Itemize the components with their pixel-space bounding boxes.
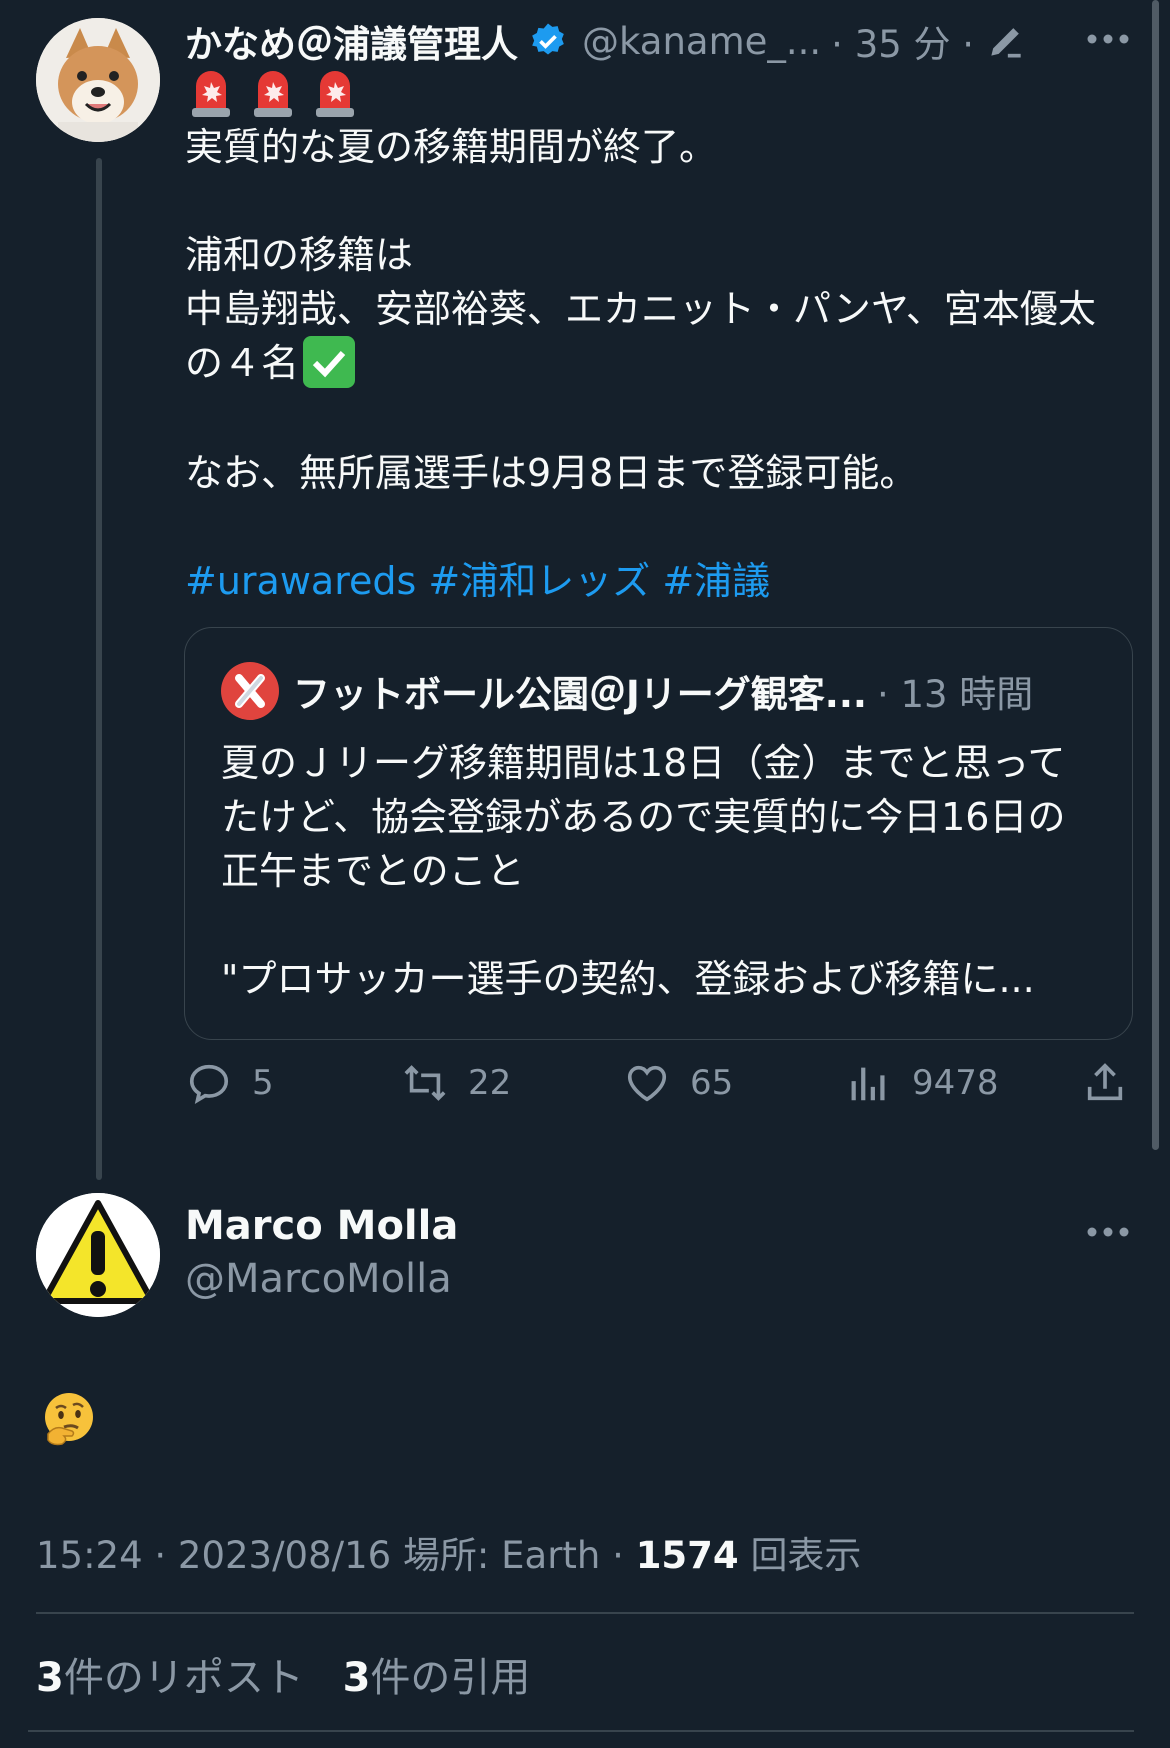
reply-author-avatar[interactable] [36, 1193, 160, 1317]
tweet-line: 中島翔哉、安部裕葵、エカニット・パンヤ、宮本優太 [185, 287, 1096, 331]
reply-count: 5 [252, 1063, 274, 1103]
thread-line [96, 158, 102, 1180]
views-chart-icon [851, 1067, 885, 1101]
views-button[interactable]: 9478 [846, 1060, 999, 1106]
tweet-metadata: 15:24 · 2023/08/16 場所: Earth · 1574 回表示 [36, 1525, 861, 1579]
timestamp: 15:24 · 2023/08/16 [36, 1534, 392, 1577]
siren-emoji-row [190, 68, 356, 118]
tweet-line: 実質的な夏の移籍期間が終了。 [185, 125, 718, 169]
tweet-time[interactable]: · 35 分 · [831, 14, 974, 68]
view-total: 1574 [635, 1534, 739, 1577]
hashtag-link[interactable]: #浦議 [662, 559, 770, 603]
reposts-link[interactable]: 3件のリポスト [36, 1655, 304, 1701]
divider [36, 1612, 1134, 1614]
tweet-body: 実質的な夏の移籍期間が終了。 浦和の移籍は 中島翔哉、安部裕葵、エカニット・パン… [185, 120, 1135, 608]
quotes-link[interactable]: 3件の引用 [343, 1655, 531, 1701]
verified-badge-icon [532, 23, 564, 55]
warning-sign-avatar-icon [36, 1193, 160, 1317]
reply-author-handle[interactable]: @MarcoMolla [185, 1256, 452, 1302]
repost-count: 22 [468, 1063, 512, 1103]
repost-button[interactable]: 22 [402, 1060, 511, 1106]
reply-button[interactable]: 5 [186, 1060, 274, 1106]
thinking-face-emoji-icon [45, 1393, 93, 1446]
reply-icon [189, 1064, 229, 1104]
quote-line: たけど、協会登録があるので実質的に今日16日の [221, 795, 1066, 839]
quoted-tweet-card[interactable]: フットボール公園＠Jリーグ観客... · 13 時間 夏のＪリーグ移籍期間は18… [184, 627, 1133, 1040]
engagement-counts: 3件のリポスト 3件の引用 [36, 1645, 530, 1703]
like-button[interactable]: 65 [624, 1060, 733, 1106]
quoted-author-name[interactable]: フットボール公園＠Jリーグ観客... [293, 664, 867, 718]
siren-emoji-icon [192, 71, 230, 117]
hashtag-link[interactable]: #浦和レッズ [428, 559, 650, 603]
tweet-action-bar: 5 22 65 9478 [186, 1060, 1130, 1120]
share-icon [1087, 1063, 1123, 1101]
reply-author-name[interactable]: Marco Molla [185, 1203, 458, 1249]
author-avatar[interactable] [36, 18, 160, 142]
siren-emoji-icon [316, 71, 354, 117]
repost-icon [404, 1065, 446, 1101]
check-mark-emoji-icon [303, 335, 356, 388]
quoted-tweet-time: · 13 時間 [876, 673, 1034, 716]
edit-icon[interactable] [984, 19, 1028, 63]
more-options-icon[interactable] [1086, 1226, 1130, 1238]
tweet-line: 浦和の移籍は [185, 233, 414, 277]
hashtag-link[interactable]: #urawareds [185, 559, 416, 603]
scrollbar[interactable] [1152, 0, 1159, 1150]
tweet-line: の４名 [185, 341, 300, 385]
quoted-author-avatar-icon[interactable] [221, 662, 279, 720]
quote-line: 夏のＪリーグ移籍期間は18日（金）までと思って [221, 741, 1066, 785]
quoted-tweet-header: フットボール公園＠Jリーグ観客... · 13 時間 [221, 662, 1033, 720]
divider [28, 1730, 1134, 1732]
heart-icon [627, 1065, 667, 1102]
author-name[interactable]: かなめ＠浦議管理人 [185, 14, 518, 68]
share-button[interactable] [1082, 1060, 1128, 1106]
more-options-icon[interactable] [1086, 33, 1130, 45]
shiba-avatar-image [36, 18, 160, 142]
siren-emoji-icon [254, 71, 292, 117]
location: 場所: Earth · [402, 1534, 624, 1577]
view-label: 回表示 [750, 1534, 862, 1577]
quote-line: 正午までとのこと [221, 849, 525, 893]
tweet-line: なお、無所属選手は9月8日まで登録可能。 [185, 450, 918, 495]
quote-line: "プロサッカー選手の契約、登録および移籍に... [221, 957, 1035, 1001]
views-count: 9478 [912, 1063, 999, 1103]
like-count: 65 [690, 1063, 734, 1103]
quoted-tweet-body: 夏のＪリーグ移籍期間は18日（金）までと思って たけど、協会登録があるので実質的… [221, 736, 1101, 1006]
author-handle[interactable]: @kaname_... [582, 20, 821, 63]
tweet-header: かなめ＠浦議管理人 @kaname_... · 35 分 · [185, 14, 1028, 68]
